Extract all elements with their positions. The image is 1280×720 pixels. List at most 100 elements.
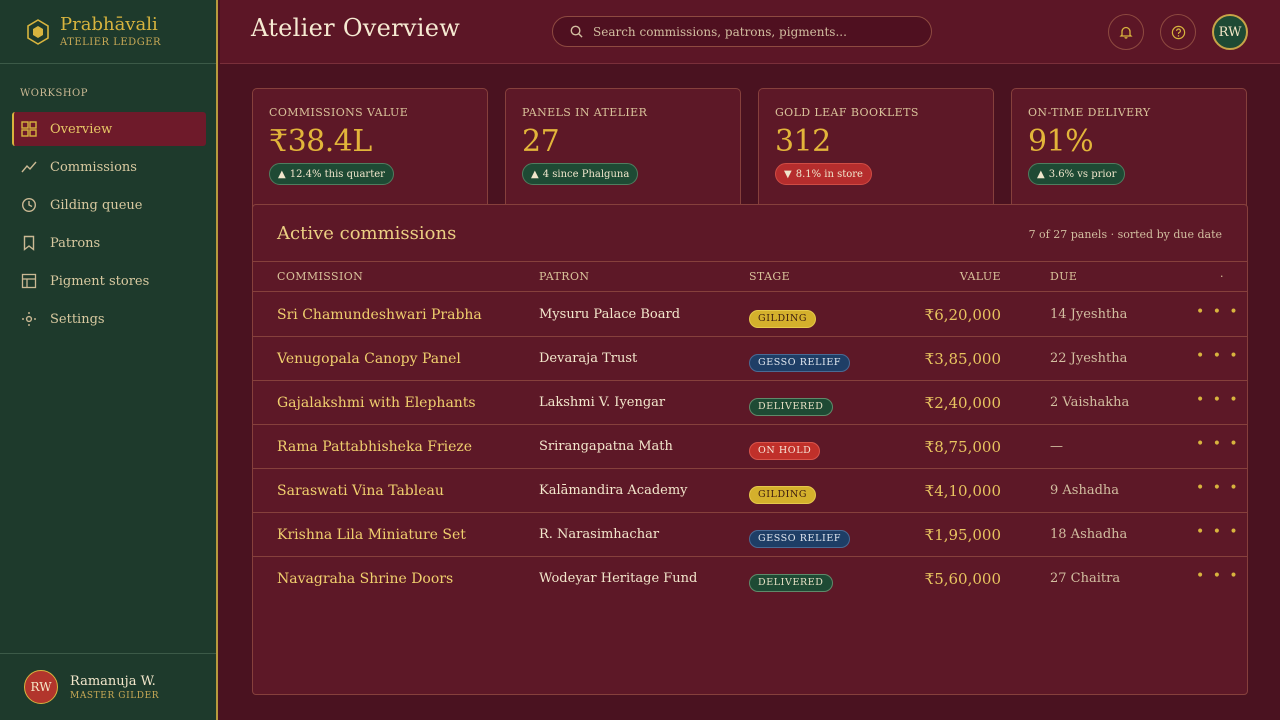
kpi-label: PANELS IN ATELIER [522, 106, 648, 119]
kpi-value: 91% [1028, 124, 1094, 159]
sidebar-item-commissions[interactable]: Commissions [12, 150, 206, 184]
search-bar[interactable] [552, 16, 932, 47]
column-header-due[interactable]: DUE [1050, 270, 1077, 283]
status-badge: GESSO RELIEF [749, 354, 851, 372]
due-date: 22 Jyeshtha [1050, 351, 1128, 366]
table-row[interactable]: Rama Pattabhisheka Frieze Srirangapatna … [253, 425, 1247, 469]
sidebar-item-label: Settings [50, 311, 105, 327]
trend-badge-text: 12.4% this quarter [289, 168, 385, 180]
sidebar-item-patrons[interactable]: Patrons [12, 226, 206, 260]
commission-value: ₹2,40,000 [924, 394, 1001, 412]
avatar[interactable]: RW [1212, 14, 1248, 50]
due-date: 27 Chaitra [1050, 571, 1121, 586]
stage-badge-cell: DELIVERED [749, 570, 833, 592]
commission-name[interactable]: Sri Chamundeshwari Prabha [277, 307, 482, 323]
status-badge: DELIVERED [749, 398, 833, 416]
more-options-icon[interactable]: • • • [1196, 304, 1240, 320]
commission-name[interactable]: Navagraha Shrine Doors [277, 571, 453, 587]
active-commissions-panel: Active commissions 7 of 27 panels · sort… [252, 204, 1248, 695]
brand[interactable]: Prabhāvali ATELIER LEDGER [0, 0, 216, 64]
user-name: Ramanuja W. [70, 673, 156, 689]
grid-icon [21, 121, 37, 137]
patron-name: Wodeyar Heritage Fund [539, 571, 698, 586]
more-options-icon[interactable]: • • • [1196, 436, 1240, 452]
trend-badge-text: 4 since Phalguna [542, 168, 630, 180]
due-date: 9 Ashadha [1050, 483, 1120, 498]
avatar: RW [24, 670, 58, 704]
status-badge: GESSO RELIEF [749, 530, 851, 548]
kpi-card-commissions-value: COMMISSIONS VALUE ₹38.4L ▲ 12.4% this qua… [252, 88, 488, 208]
panel-title: Active commissions [277, 223, 457, 244]
more-options-icon[interactable]: • • • [1196, 348, 1240, 364]
commission-value: ₹3,85,000 [924, 350, 1001, 368]
table-header: COMMISSION PATRON STAGE VALUE DUE · [253, 262, 1247, 292]
commission-value: ₹1,95,000 [924, 526, 1001, 544]
commission-name[interactable]: Gajalakshmi with Elephants [277, 395, 476, 411]
commission-name[interactable]: Rama Pattabhisheka Frieze [277, 439, 472, 455]
column-header-patron[interactable]: PATRON [539, 270, 589, 283]
table-row[interactable]: Saraswati Vina Tableau Kalāmandira Acade… [253, 469, 1247, 513]
sidebar-item-label: Patrons [50, 235, 101, 251]
stage-badge-cell: GILDING [749, 482, 817, 504]
clock-icon [21, 197, 37, 213]
status-badge: DELIVERED [749, 574, 833, 592]
more-options-icon[interactable]: • • • [1196, 392, 1240, 408]
column-header-commission[interactable]: COMMISSION [277, 270, 363, 283]
table-row[interactable]: Krishna Lila Miniature Set R. Narasimhac… [253, 513, 1247, 557]
table-row[interactable]: Navagraha Shrine Doors Wodeyar Heritage … [253, 557, 1247, 601]
search-input[interactable] [593, 24, 913, 39]
kpi-value: 27 [522, 124, 560, 159]
stage-badge-cell: GESSO RELIEF [749, 526, 851, 548]
trend-line-icon [21, 159, 37, 175]
patron-name: Kalāmandira Academy [539, 483, 688, 498]
sidebar-item-pigment-stores[interactable]: Pigment stores [12, 264, 206, 298]
brand-subtitle: ATELIER LEDGER [60, 36, 162, 48]
column-header-stage[interactable]: STAGE [749, 270, 790, 283]
table-row[interactable]: Sri Chamundeshwari Prabha Mysuru Palace … [253, 293, 1247, 337]
table-row[interactable]: Gajalakshmi with Elephants Lakshmi V. Iy… [253, 381, 1247, 425]
commission-value: ₹5,60,000 [924, 570, 1001, 588]
more-options-icon[interactable]: • • • [1196, 480, 1240, 496]
ledger-icon [21, 273, 37, 289]
patron-name: Srirangapatna Math [539, 439, 673, 454]
commission-value: ₹4,10,000 [924, 482, 1001, 500]
commission-name[interactable]: Saraswati Vina Tableau [277, 483, 444, 499]
help-button[interactable] [1160, 14, 1196, 50]
top-header: Atelier Overview RW [220, 0, 1280, 64]
stage-badge-cell: GILDING [749, 306, 817, 328]
table-row[interactable]: Venugopala Canopy Panel Devaraja Trust G… [253, 337, 1247, 381]
kpi-label: ON-TIME DELIVERY [1028, 106, 1151, 119]
bell-icon [1119, 26, 1133, 39]
trend-badge: ▼ 8.1% in store [775, 163, 872, 185]
sidebar: Prabhāvali ATELIER LEDGER WORKSHOP Overv… [0, 0, 218, 720]
sidebar-item-settings[interactable]: Settings [12, 302, 206, 336]
more-options-icon[interactable]: • • • [1196, 568, 1240, 584]
brand-name: Prabhāvali [60, 13, 158, 35]
page-title: Atelier Overview [251, 14, 461, 42]
sidebar-item-overview[interactable]: Overview [12, 112, 206, 146]
stage-badge-cell: GESSO RELIEF [749, 350, 851, 372]
more-options-icon[interactable]: • • • [1196, 524, 1240, 540]
kpi-card-panels: PANELS IN ATELIER 27 ▲ 4 since Phalguna [505, 88, 741, 208]
commission-value: ₹6,20,000 [924, 306, 1001, 324]
kpi-card-gold-leaf: GOLD LEAF BOOKLETS 312 ▼ 8.1% in store [758, 88, 994, 208]
kpi-value: 312 [775, 124, 831, 159]
search-icon [570, 25, 583, 38]
commission-name[interactable]: Venugopala Canopy Panel [277, 351, 461, 367]
patron-name: Devaraja Trust [539, 351, 638, 366]
notifications-button[interactable] [1108, 14, 1144, 50]
kpi-card-on-time: ON-TIME DELIVERY 91% ▲ 3.6% vs prior [1011, 88, 1247, 208]
kpi-label: GOLD LEAF BOOKLETS [775, 106, 919, 119]
patron-name: Mysuru Palace Board [539, 307, 681, 322]
panel-meta: 7 of 27 panels · sorted by due date [1028, 228, 1222, 241]
due-date: 14 Jyeshtha [1050, 307, 1128, 322]
nav-section-label: WORKSHOP [20, 88, 88, 99]
stage-badge-cell: ON HOLD [749, 438, 821, 460]
patron-name: R. Narasimhachar [539, 527, 660, 542]
status-badge: GILDING [749, 310, 817, 328]
column-header-value[interactable]: VALUE [960, 270, 1001, 283]
commission-name[interactable]: Krishna Lila Miniature Set [277, 527, 466, 543]
sidebar-user[interactable]: RW Ramanuja W. MASTER GILDER [0, 653, 216, 720]
sidebar-item-gilding-queue[interactable]: Gilding queue [12, 188, 206, 222]
triangle-up-icon: ▲ [278, 168, 286, 180]
